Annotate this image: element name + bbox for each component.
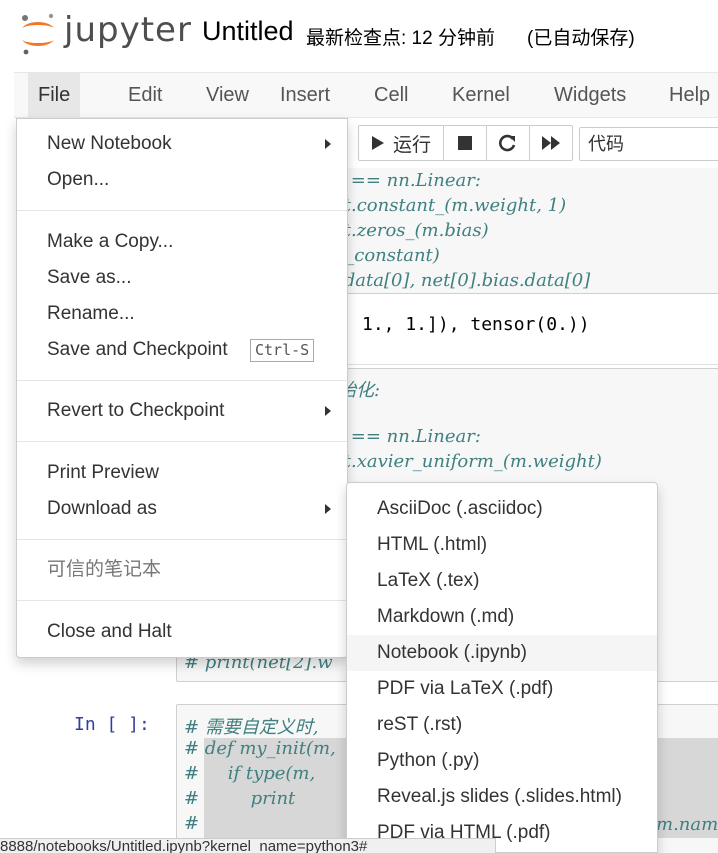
submenu-arrow-icon (325, 139, 331, 149)
autosave-status: (已自动保存) (527, 28, 635, 49)
fast-forward-icon (542, 136, 560, 150)
code-fragment: m.name (656, 814, 718, 835)
code-line: # print (184, 788, 296, 809)
run-label: 运行 (392, 134, 431, 156)
menu-item-trusted-notebook[interactable]: 可信的笔记本 (17, 552, 347, 588)
menu-view[interactable]: View (196, 73, 259, 117)
cell-type-select[interactable]: 代码 (579, 127, 718, 161)
menu-item-label: Save and Checkpoint (47, 339, 228, 360)
jupyter-logo-icon[interactable] (18, 12, 58, 56)
menu-item-save-checkpoint[interactable]: Save and Checkpoint Ctrl-S (17, 332, 347, 368)
stop-icon (458, 136, 472, 150)
menu-insert[interactable]: Insert (270, 73, 340, 117)
menubar: File Edit View Insert Cell Kernel Widget… (14, 72, 718, 118)
menu-item-close-halt[interactable]: Close and Halt (17, 614, 347, 650)
interrupt-button[interactable] (443, 125, 487, 161)
download-asciidoc[interactable]: AsciiDoc (.asciidoc) (347, 491, 657, 527)
run-all-button[interactable] (529, 125, 573, 161)
restart-button[interactable] (486, 125, 530, 161)
input-prompt: In [ ]: (74, 714, 150, 735)
menu-item-label: Download as (47, 498, 157, 519)
menu-file[interactable]: File (28, 73, 81, 117)
menu-item-label: Revert to Checkpoint (47, 400, 225, 421)
download-as-submenu: AsciiDoc (.asciidoc) HTML (.html) LaTeX … (346, 482, 658, 853)
download-rest[interactable]: reST (.rst) (347, 707, 657, 743)
submenu-arrow-icon (325, 504, 331, 514)
cell-output: 1., 1.]), tensor(0.)) (362, 314, 590, 335)
code-line: t_constant) (338, 245, 440, 266)
download-latex[interactable]: LaTeX (.tex) (347, 563, 657, 599)
menu-item-save-as[interactable]: Save as... (17, 260, 347, 296)
header: jupyter Untitled 最新检查点: 12 分钟前 (已自动保存) (0, 0, 718, 70)
menu-divider (17, 380, 347, 381)
code-line: ) == nn.Linear: (338, 170, 481, 191)
menu-divider (17, 600, 347, 601)
download-python[interactable]: Python (.py) (347, 743, 657, 779)
code-line: it.xavier_uniform_(m.weight) (338, 451, 602, 472)
file-dropdown-menu: New Notebook Open... Make a Copy... Save… (16, 118, 348, 658)
menu-item-download-as[interactable]: Download as (17, 491, 347, 527)
notebook-name[interactable]: Untitled (202, 16, 294, 47)
menu-item-new-notebook[interactable]: New Notebook (17, 126, 347, 162)
code-line: data[0], net[0].bias.data[0] (338, 270, 591, 291)
menu-divider (17, 210, 347, 211)
menu-widgets[interactable]: Widgets (544, 73, 636, 117)
code-line: ) == nn.Linear: (338, 426, 481, 447)
play-icon (371, 136, 384, 150)
download-pdf-latex[interactable]: PDF via LaTeX (.pdf) (347, 671, 657, 707)
download-notebook[interactable]: Notebook (.ipynb) (347, 635, 657, 671)
menu-item-make-copy[interactable]: Make a Copy... (17, 224, 347, 260)
menu-divider (17, 539, 347, 540)
menu-item-print-preview[interactable]: Print Preview (17, 455, 347, 491)
menu-item-label: New Notebook (47, 133, 172, 154)
menu-item-revert-checkpoint[interactable]: Revert to Checkpoint (17, 393, 347, 429)
download-html[interactable]: HTML (.html) (347, 527, 657, 563)
download-markdown[interactable]: Markdown (.md) (347, 599, 657, 635)
code-line: # if type(m, (184, 763, 316, 784)
code-line: it.zeros_(m.bias) (338, 220, 489, 241)
code-line: it.constant_(m.weight, 1) (338, 195, 567, 216)
menu-divider (17, 441, 347, 442)
status-bar-url: 8888/notebooks/Untitled.ipynb?kernel_nam… (0, 838, 496, 853)
run-button[interactable]: 运行 (358, 125, 444, 161)
menu-help[interactable]: Help (659, 73, 718, 117)
checkpoint-status: 最新检查点: 12 分钟前 (306, 28, 495, 49)
menu-edit[interactable]: Edit (118, 73, 172, 117)
code-line: # (184, 813, 200, 834)
submenu-arrow-icon (325, 406, 331, 416)
restart-icon (499, 134, 516, 152)
menu-item-rename[interactable]: Rename... (17, 296, 347, 332)
download-reveal-slides[interactable]: Reveal.js slides (.slides.html) (347, 779, 657, 815)
keyboard-shortcut: Ctrl-S (250, 339, 315, 362)
jupyter-logo-text[interactable]: jupyter (64, 10, 192, 50)
menu-kernel[interactable]: Kernel (442, 73, 520, 117)
code-line: # def my_init(m, (184, 738, 336, 759)
menu-item-open[interactable]: Open... (17, 162, 347, 198)
code-line: # 需要自定义时, (184, 717, 319, 738)
menu-cell[interactable]: Cell (364, 73, 418, 117)
